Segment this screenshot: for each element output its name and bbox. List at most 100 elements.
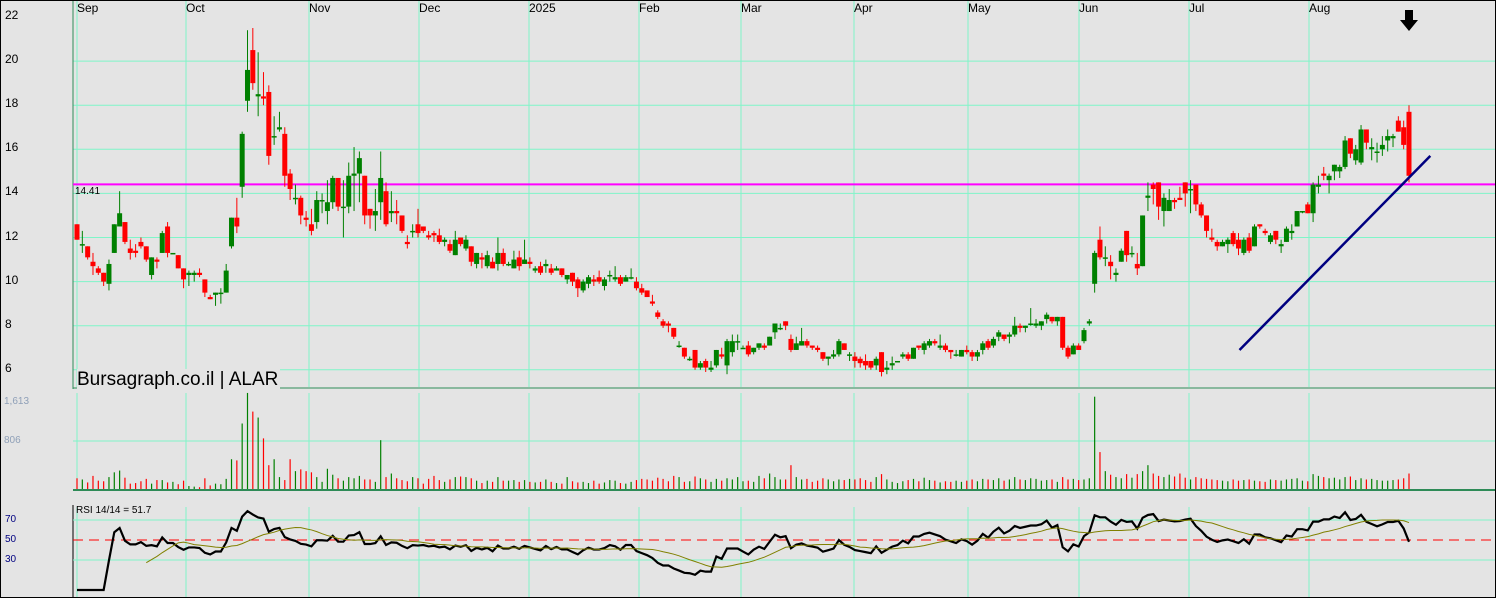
candle-body (884, 367, 890, 370)
candle-body (1305, 204, 1311, 214)
candle-body (1086, 321, 1092, 324)
candle-body (218, 292, 224, 295)
candle-body (809, 345, 815, 348)
candle-body (1214, 241, 1220, 247)
candle-body (410, 230, 416, 233)
candle-body (596, 277, 602, 282)
candle-body (735, 341, 741, 343)
candle-body (820, 352, 826, 359)
candle-body (1337, 166, 1343, 172)
candle-body (1177, 197, 1183, 201)
candle-body (841, 343, 847, 350)
price-tick-label: 20 (5, 52, 19, 67)
candle-body (388, 211, 394, 214)
candle-body (484, 255, 490, 267)
candle-body (394, 211, 400, 214)
candle-body (239, 133, 245, 187)
candle-body (713, 349, 719, 366)
candle-body (1172, 200, 1178, 203)
candle-body (1198, 204, 1204, 216)
candle-body (244, 69, 250, 101)
candle-body (633, 281, 639, 289)
sell-arrow-icon (1400, 10, 1418, 31)
candle-body (974, 352, 980, 357)
candle-body (1358, 129, 1364, 163)
candle-body (133, 250, 139, 253)
stock-chart: Bursagraph.co.il | ALAR 14.41 RSI 14/14 … (0, 0, 1496, 598)
candle-body (511, 259, 517, 269)
month-label: Sep (77, 1, 99, 15)
candle-body (1363, 129, 1369, 143)
candle-body (1230, 233, 1236, 245)
candle-body (1044, 314, 1050, 320)
candle-body (676, 345, 682, 348)
candle-body (1246, 237, 1252, 251)
candle-body (1017, 325, 1023, 328)
candle-body (191, 272, 197, 275)
candle-body (681, 347, 687, 357)
candle-body (671, 327, 677, 337)
candle-body (964, 349, 970, 353)
candle-body (1113, 272, 1119, 275)
candle-body (1385, 136, 1391, 141)
candle-body (287, 173, 293, 189)
candle-body (777, 327, 783, 330)
candle-body (356, 158, 362, 174)
candle-body (1251, 226, 1257, 247)
candle-body (495, 252, 501, 264)
candle-body (719, 354, 725, 357)
month-label: Jun (1079, 1, 1099, 15)
candle-body (863, 360, 869, 366)
candle-body (181, 268, 187, 280)
candle-body (1118, 250, 1124, 262)
price-tick-label: 8 (5, 316, 12, 331)
candle-body (1097, 239, 1103, 258)
month-label: Jul (1189, 1, 1205, 15)
candle-body (1054, 316, 1060, 322)
candle-body (815, 347, 821, 350)
candle-body (1257, 224, 1263, 227)
candle-body (431, 233, 437, 236)
candle-body (122, 222, 128, 242)
candle-body (506, 263, 512, 266)
candle-body (649, 301, 655, 304)
candle-body (229, 217, 235, 247)
candle-body (564, 274, 570, 280)
candle-body (452, 239, 458, 256)
candle-body (660, 321, 666, 326)
candle-body (175, 255, 181, 269)
candle-body (154, 259, 160, 262)
candle-body (1166, 200, 1172, 212)
candle-body (932, 341, 938, 344)
candle-body (1182, 182, 1188, 194)
candle-body (1220, 241, 1226, 247)
candle-body (1374, 151, 1380, 154)
candle-body (85, 246, 91, 258)
candle-body (740, 347, 746, 350)
candle-body (159, 233, 165, 253)
candle-body (1406, 111, 1412, 176)
candle-body (138, 241, 144, 247)
candle-body (101, 272, 107, 282)
candle-body (143, 246, 149, 260)
candle-body (308, 224, 314, 231)
candle-body (836, 341, 842, 355)
candle-body (474, 252, 480, 264)
candle-body (575, 279, 581, 289)
candle-body (1140, 215, 1146, 267)
candle-body (889, 363, 895, 366)
candle-body (900, 354, 906, 357)
candle-body (1070, 345, 1076, 355)
candle-body (926, 341, 932, 346)
candle-body (426, 235, 432, 238)
candle-body (591, 279, 597, 282)
candle-body (367, 208, 373, 216)
candle-body (378, 177, 384, 203)
candle-body (921, 343, 927, 350)
candle-body (250, 50, 256, 84)
candle-body (1028, 323, 1034, 325)
candle-body (580, 281, 586, 291)
candle-body (170, 252, 176, 255)
candle-body (1038, 321, 1044, 326)
candle-body (857, 358, 863, 364)
